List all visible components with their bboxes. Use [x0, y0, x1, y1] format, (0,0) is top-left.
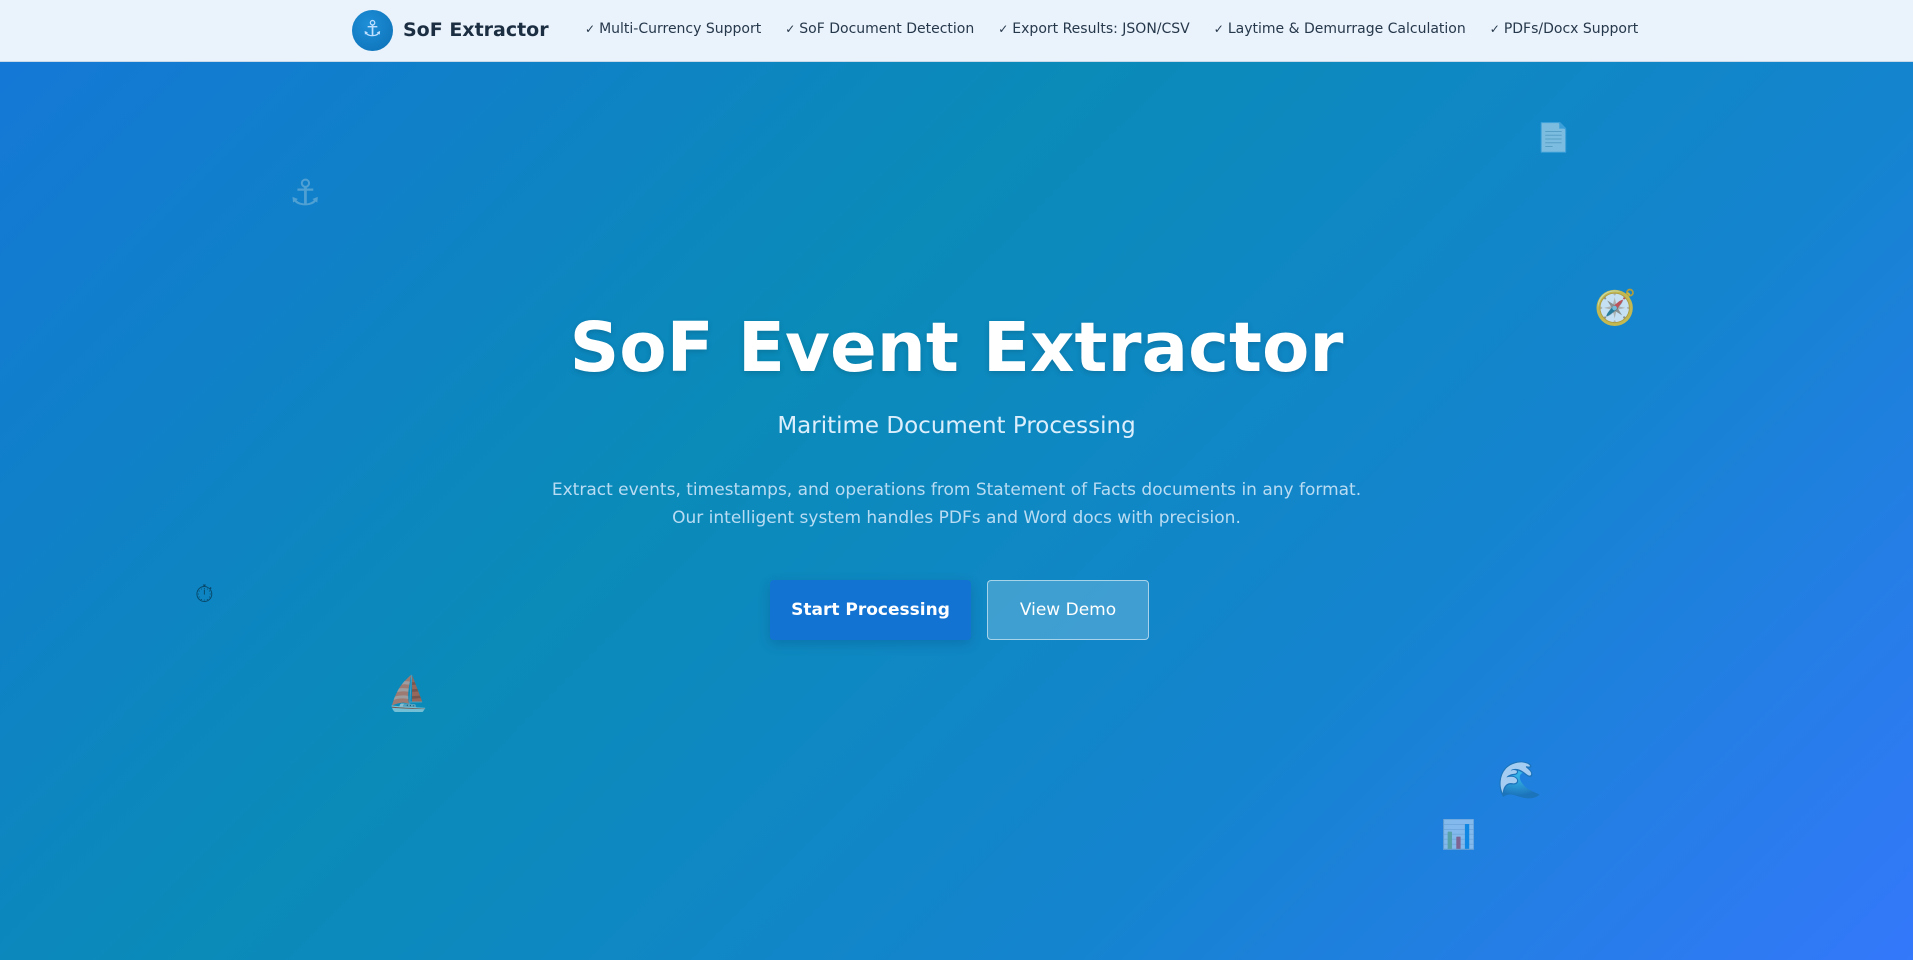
hero-title: SoF Event Extractor [569, 308, 1344, 388]
hero-subtitle: Maritime Document Processing [777, 413, 1136, 439]
stopwatch-icon: ⏱ [195, 580, 214, 608]
hero-actions: Start Processing View Demo [770, 580, 1149, 640]
document-icon: 📄 [1536, 121, 1571, 154]
check-icon: ✓ [1489, 22, 1500, 36]
view-demo-button[interactable]: View Demo [987, 580, 1149, 640]
sailboat-icon: ⛵ [387, 674, 430, 714]
feature-label: Laytime & Demurrage Calculation [1227, 21, 1466, 37]
brand-name: SoF Extractor [403, 19, 549, 41]
wave-icon: 🌊 [1497, 760, 1542, 801]
feature-label: PDFs/Docx Support [1503, 21, 1639, 37]
hero-description-line-1: Extract events, timestamps, and operatio… [551, 480, 1362, 500]
feature-item-multi-currency: ✓ Multi-Currency Support [585, 21, 761, 37]
feature-item-pdf-docx: ✓ PDFs/Docx Support [1490, 21, 1638, 37]
feature-item-laytime: ✓ Laytime & Demurrage Calculation [1214, 21, 1466, 37]
top-navbar: ⚓ SoF Extractor ✓ Multi-Currency Support… [0, 0, 1913, 62]
check-icon: ✓ [1213, 22, 1224, 36]
check-icon: ✓ [998, 22, 1009, 36]
feature-item-sof-detection: ✓ SoF Document Detection [785, 21, 974, 37]
feature-item-export: ✓ Export Results: JSON/CSV [998, 21, 1190, 37]
feature-label: Export Results: JSON/CSV [1012, 21, 1190, 37]
feature-label: SoF Document Detection [799, 21, 975, 37]
anchor-icon: ⚓ [289, 173, 322, 214]
chart-icon: 📊 [1441, 818, 1476, 851]
check-icon: ✓ [785, 22, 796, 36]
start-processing-button[interactable]: Start Processing [770, 580, 971, 640]
anchor-icon: ⚓ [352, 9, 393, 51]
hero-description-line-2: Our intelligent system handles PDFs and … [672, 508, 1241, 528]
hero-description: Extract events, timestamps, and operatio… [0, 476, 1913, 532]
feature-list: ✓ Multi-Currency Support ✓ SoF Document … [585, 0, 1662, 58]
feature-label: Multi-Currency Support [599, 21, 762, 37]
landing-page: ⚓ SoF Extractor ✓ Multi-Currency Support… [0, 0, 1913, 960]
brand-link[interactable]: ⚓ SoF Extractor [352, 9, 549, 51]
check-icon: ✓ [585, 22, 596, 36]
